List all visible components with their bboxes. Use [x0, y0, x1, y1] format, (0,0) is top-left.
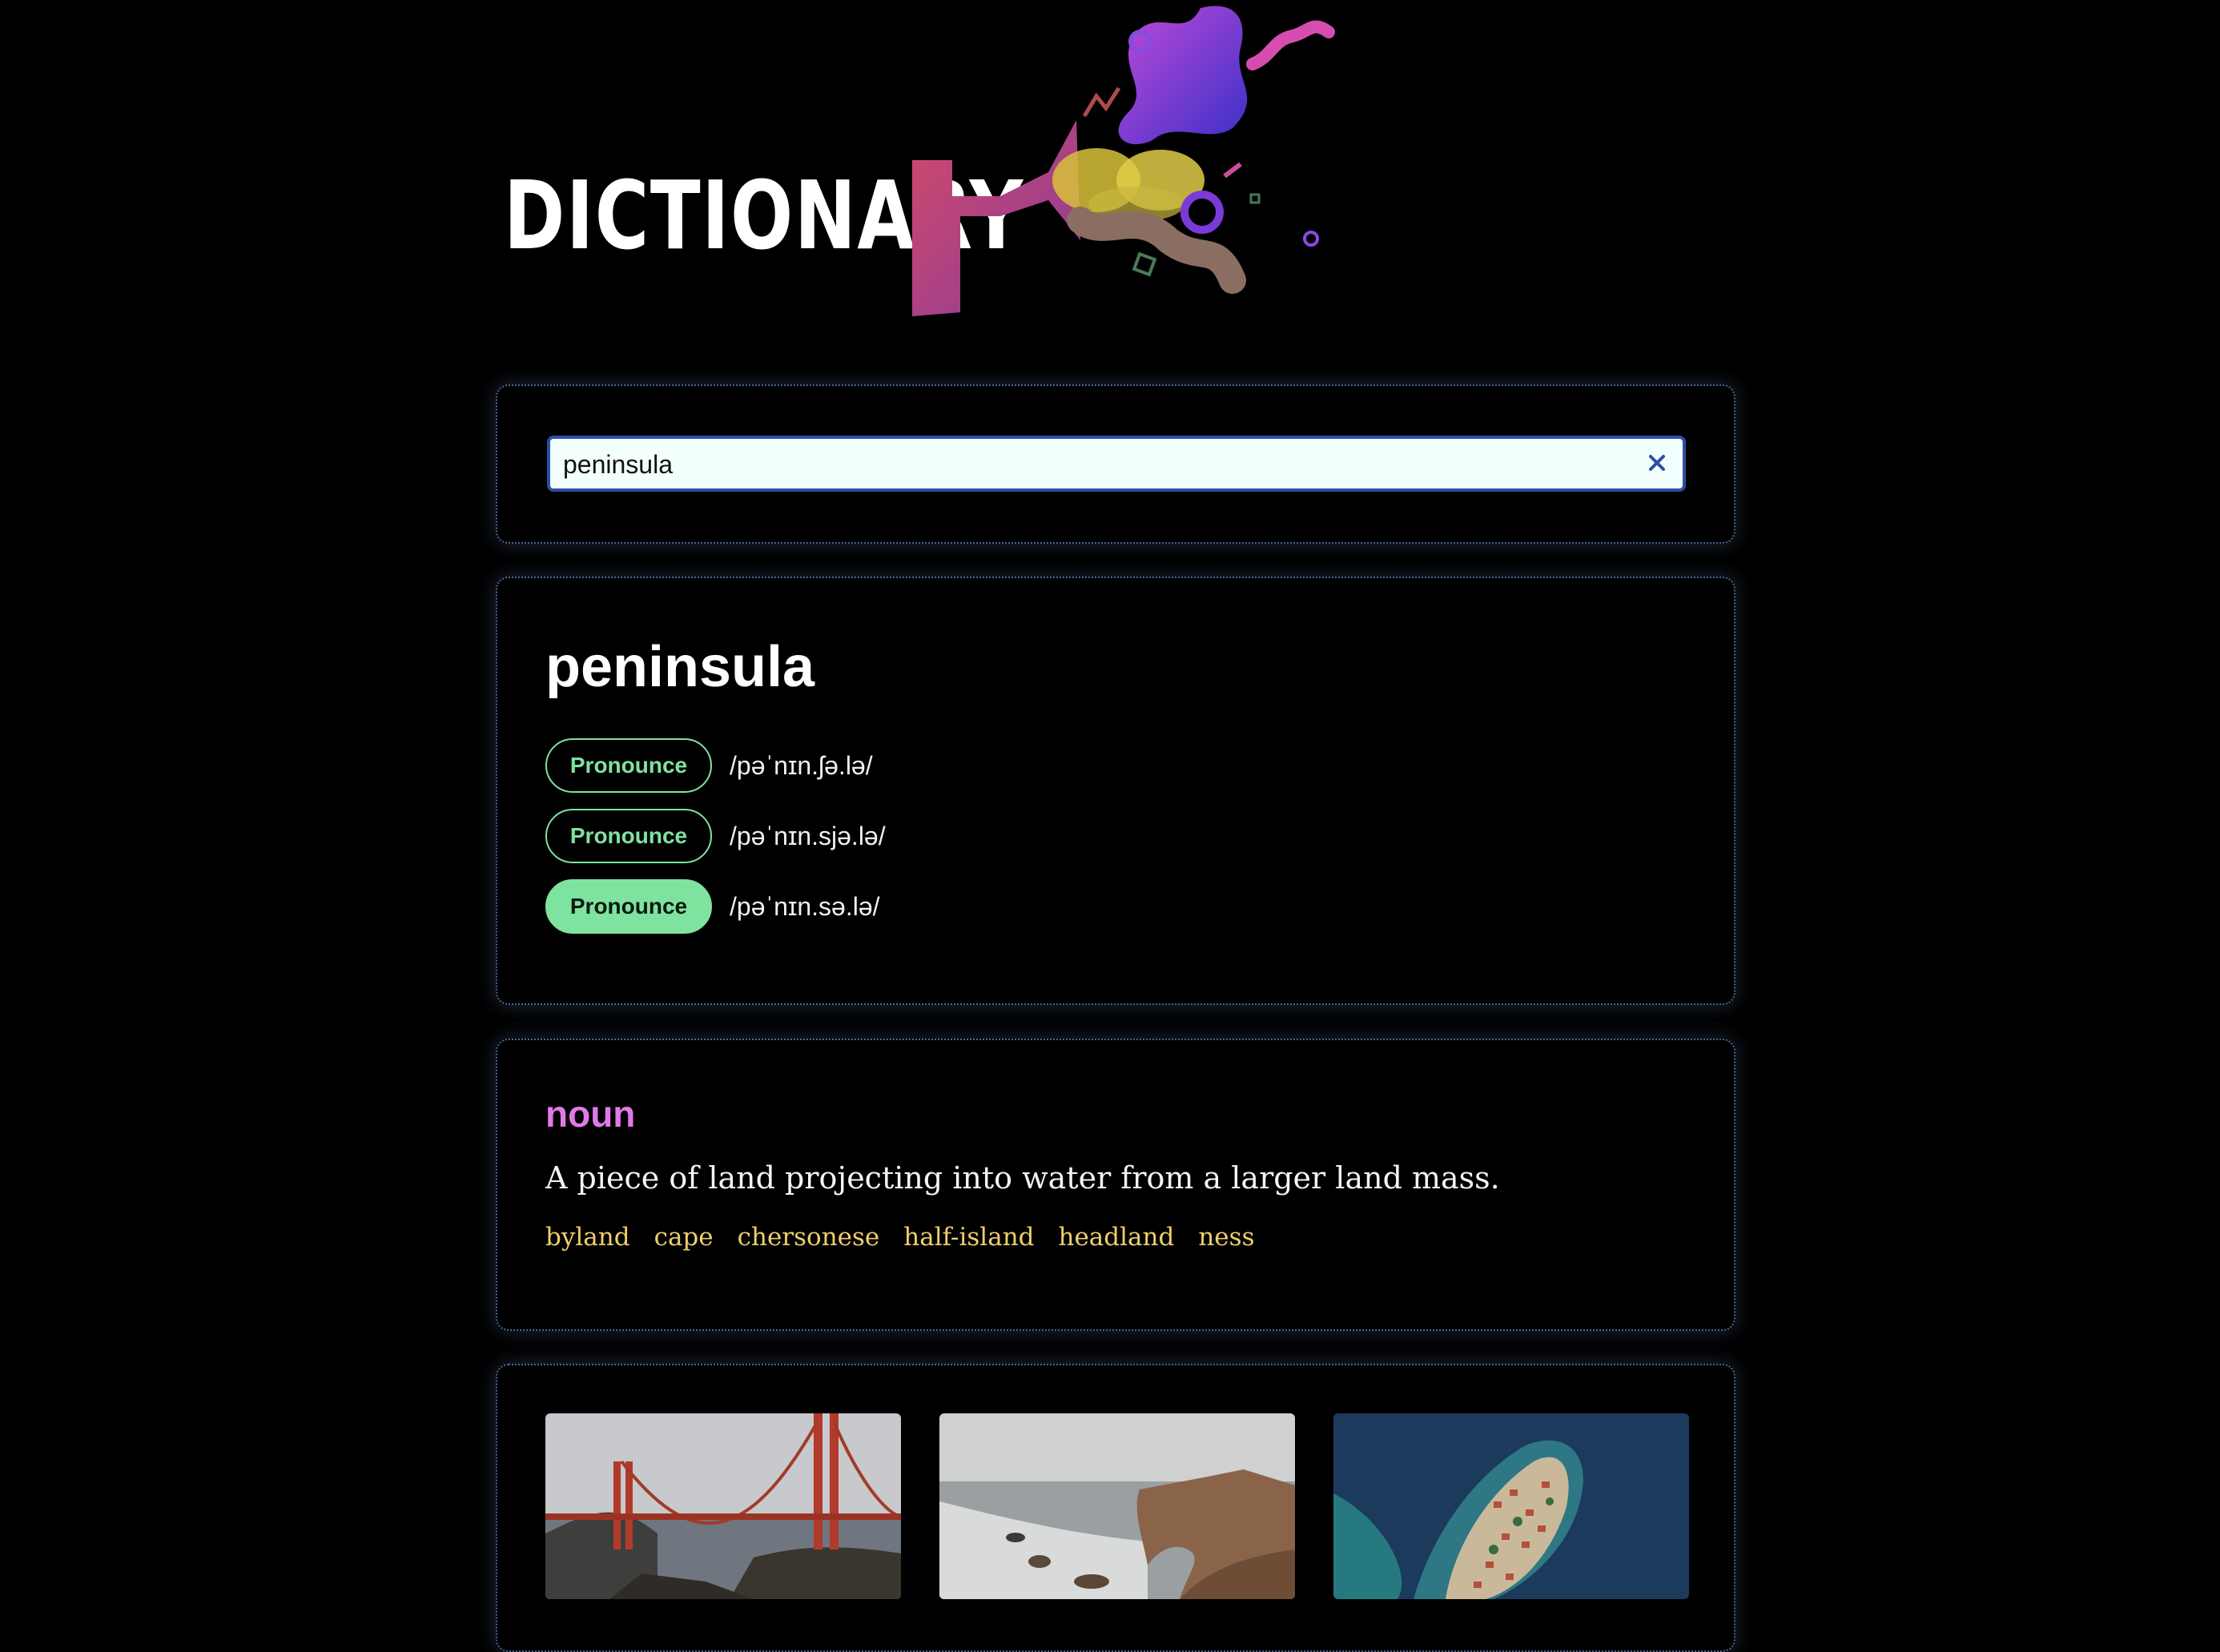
pronounce-button[interactable]: Pronounce [545, 738, 712, 793]
pronounce-button[interactable]: Pronounce [545, 809, 712, 863]
search-box [547, 436, 1686, 492]
word-title: peninsula [545, 635, 815, 699]
logo-art [912, 6, 1335, 316]
pronounce-button[interactable]: Pronounce [545, 879, 712, 934]
synonym-link[interactable]: cape [654, 1223, 714, 1252]
clear-search-button[interactable] [1644, 450, 1670, 476]
pronunciation-row: Pronounce /pəˈnɪn.sə.lə/ [545, 879, 880, 934]
search-card [496, 384, 1735, 544]
meaning-card: noun A piece of land projecting into wat… [496, 1039, 1735, 1331]
synonym-link[interactable]: byland [545, 1223, 630, 1252]
synonym-link[interactable]: ness [1198, 1223, 1254, 1252]
phonetic-text: /pəˈnɪn.sjə.lə/ [730, 821, 886, 850]
synonym-link[interactable]: chersonese [738, 1223, 880, 1252]
image-thumbnail-bridge[interactable] [545, 1413, 901, 1599]
phonetic-text: /pəˈnɪn.sə.lə/ [730, 891, 880, 921]
images-card [496, 1364, 1735, 1652]
part-of-speech: noun [545, 1093, 636, 1135]
phonetic-text: /pəˈnɪn.ʃə.lə/ [730, 750, 873, 780]
header: DICTIONARY [496, 0, 1377, 336]
pronunciation-row: Pronounce /pəˈnɪn.sjə.lə/ [545, 809, 886, 863]
definition-text: A piece of land projecting into water fr… [545, 1160, 1500, 1196]
word-card: peninsula Pronounce /pəˈnɪn.ʃə.lə/ Prono… [496, 577, 1735, 1005]
image-thumbnail-island[interactable] [1333, 1413, 1689, 1599]
pronunciation-row: Pronounce /pəˈnɪn.ʃə.lə/ [545, 738, 873, 793]
synonym-list: byland cape chersonese half-island headl… [545, 1223, 1254, 1252]
close-icon [1649, 455, 1665, 471]
synonym-link[interactable]: half-island [903, 1223, 1034, 1252]
image-thumbnail-cliff[interactable] [939, 1413, 1295, 1599]
search-input[interactable] [561, 439, 1622, 490]
synonym-link[interactable]: headland [1059, 1223, 1175, 1252]
